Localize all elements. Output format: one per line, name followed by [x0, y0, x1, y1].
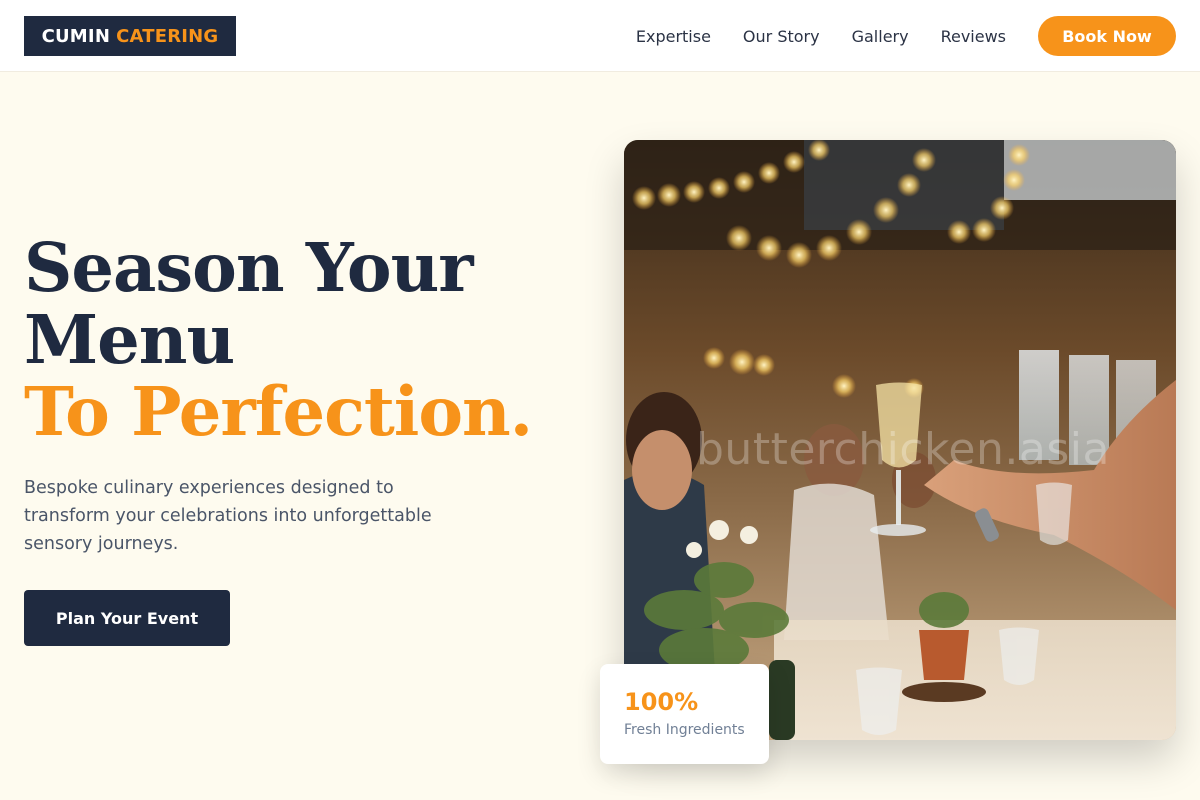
site-header: CUMIN CATERING Expertise Our Story Galle… [0, 0, 1200, 72]
hero-title: Season Your Menu To Perfection. [24, 232, 544, 448]
hero-title-line-2: Menu [24, 300, 235, 379]
stat-card: 100% Fresh Ingredients [600, 664, 769, 764]
banquet-toast-image [624, 140, 1176, 740]
logo-accent: CATERING [116, 25, 219, 47]
nav-link-expertise[interactable]: Expertise [636, 27, 711, 46]
hero-photo [624, 140, 1176, 740]
stat-label: Fresh Ingredients [624, 722, 745, 738]
nav-link-reviews[interactable]: Reviews [941, 27, 1006, 46]
plan-event-button[interactable]: Plan Your Event [24, 590, 230, 646]
book-now-button[interactable]: Book Now [1038, 16, 1176, 56]
main-nav: Expertise Our Story Gallery Reviews Book… [636, 16, 1176, 56]
hero-title-line-3: To Perfection. [24, 372, 533, 451]
nav-link-gallery[interactable]: Gallery [852, 27, 909, 46]
hero-subtitle: Bespoke culinary experiences designed to… [24, 478, 432, 554]
logo-brand: CUMIN [41, 25, 111, 47]
nav-link-our-story[interactable]: Our Story [743, 27, 820, 46]
hero-title-line-1: Season Your [24, 228, 474, 307]
stat-value: 100% [624, 688, 699, 716]
logo[interactable]: CUMIN CATERING [24, 16, 236, 56]
